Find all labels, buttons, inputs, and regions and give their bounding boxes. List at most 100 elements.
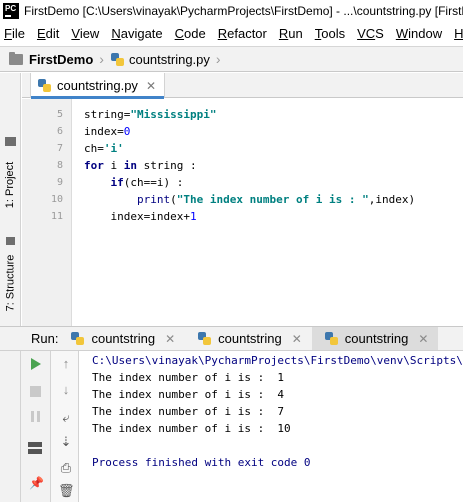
menu-mnemonic: E [36, 25, 46, 41]
menu-label: iew [79, 25, 100, 41]
menu-label: indow [408, 25, 443, 41]
play-icon[interactable] [29, 357, 43, 371]
run-tool-window: Run: countstring ✕ countstring ✕ countstring… [0, 326, 463, 502]
menu-mnemonic: H [454, 25, 463, 41]
trash-icon[interactable]: 🗑 [58, 484, 75, 498]
menu-label: S [375, 25, 384, 41]
chevron-right-icon: › [99, 51, 104, 67]
menu-mnemonic: F [4, 25, 12, 41]
soft-wrap-icon[interactable]: ⤶ [58, 411, 74, 425]
console-output-line: The index number of i is : 7 [92, 405, 285, 418]
console-output-line: The index number of i is : 4 [92, 388, 285, 401]
tool-tab-structure[interactable]: 7: Structure [2, 243, 19, 323]
tool-tab-project[interactable]: 1: Project [2, 155, 19, 215]
menu-mnemonic: R [278, 25, 289, 41]
project-folder-icon [5, 137, 16, 146]
console-output-line: The index number of i is : 1 [92, 371, 285, 384]
folder-icon [9, 51, 23, 65]
run-side-stripe [0, 351, 21, 502]
code-line[interactable]: if(ch==i) : [84, 176, 184, 189]
title-bar: PC FirstDemo [C:\Users\vinayak\PycharmPr… [0, 0, 463, 22]
menu-item[interactable]: Edit [31, 26, 65, 41]
line-number: 11 [50, 211, 63, 222]
menu-label: efactor [227, 25, 267, 41]
arrow-up-icon[interactable]: ↑ [58, 357, 74, 371]
menu-item[interactable]: Run [273, 26, 309, 41]
line-number: 5 [56, 109, 63, 120]
code-line[interactable]: index=index+1 [84, 210, 196, 223]
close-icon[interactable]: ✕ [292, 332, 302, 346]
run-tab-label: countstring [218, 331, 282, 346]
line-number: 9 [56, 177, 63, 188]
console-output[interactable]: C:\Users\vinayak\PycharmProjects\FirstDe… [80, 351, 463, 502]
run-title: Run: [31, 331, 59, 346]
code-line[interactable]: ch='i' [84, 142, 124, 155]
pycharm-logo-icon: PC [3, 3, 19, 19]
close-icon[interactable]: ✕ [146, 79, 156, 93]
code-line[interactable]: string="Mississippi" [84, 108, 216, 121]
menu-item[interactable]: VCS [351, 26, 390, 41]
run-tab[interactable]: countstring ✕ [311, 327, 439, 350]
menu-label: ools [321, 25, 346, 41]
menu-mnemonic: C [174, 25, 185, 41]
menu-label: avigate [120, 25, 163, 41]
python-file-icon [37, 78, 52, 93]
menu-item[interactable]: Refactor [212, 26, 273, 41]
menu-mnemonic: W [395, 25, 409, 41]
python-run-icon [70, 331, 85, 346]
pause-icon[interactable] [31, 411, 40, 422]
menu-mnemonic: R [217, 25, 228, 41]
tool-tab-structure-label: 7: Structure [4, 254, 17, 312]
print-icon[interactable]: ⎙ [58, 461, 74, 475]
line-number: 7 [56, 143, 63, 154]
structure-icon [6, 237, 15, 245]
run-tab[interactable]: countstring ✕ [185, 327, 312, 350]
menu-label: ile [11, 25, 25, 41]
arrow-down-icon[interactable]: ↓ [58, 383, 74, 397]
console-output-line: The index number of i is : 10 [92, 422, 291, 435]
run-tab[interactable]: countstring ✕ [58, 327, 185, 350]
code-line[interactable]: index=0 [84, 125, 130, 138]
menu-item[interactable]: Tools [309, 26, 351, 41]
tool-tab-project-label: 1: Project [4, 161, 17, 209]
menu-mnemonic: N [111, 25, 121, 41]
console-command-line: C:\Users\vinayak\PycharmProjects\FirstDe… [92, 354, 463, 367]
run-tab-label: countstring [344, 331, 409, 346]
navigation-bar: FirstDemo › countstring.py › [0, 46, 463, 72]
menu-label: dit [45, 25, 60, 41]
menu-item[interactable]: Navigate [105, 26, 168, 41]
menu-item[interactable]: File [0, 26, 31, 41]
breadcrumb-project[interactable]: FirstDemo [29, 52, 93, 67]
close-icon[interactable]: ✕ [165, 332, 175, 346]
line-number: 6 [56, 126, 63, 137]
line-number: 8 [56, 160, 63, 171]
window-title: FirstDemo [C:\Users\vinayak\PycharmProje… [24, 4, 463, 18]
console-exit-line: Process finished with exit code 0 [92, 456, 311, 469]
menu-item[interactable]: View [65, 26, 105, 41]
menu-item[interactable]: Code [169, 26, 212, 41]
menu-label: ode [184, 25, 206, 41]
menu-item[interactable]: Window [390, 26, 448, 41]
menu-bar: File Edit View Navigate Code Refactor Run Tools… [0, 22, 463, 44]
line-number-gutter: 5 6 7 8 9 10 11 [22, 99, 72, 326]
menu-mnemonic: VC [357, 25, 376, 41]
editor-tab-countstring[interactable]: countstring.py ✕ [30, 73, 165, 99]
code-editor[interactable]: 5 6 7 8 9 10 11 string="Mississippi" index=0 ch=… [22, 99, 463, 326]
python-run-icon [324, 331, 339, 346]
menu-mnemonic: V [71, 25, 80, 41]
layout-icon[interactable] [28, 442, 42, 454]
code-line[interactable]: for i in string : [84, 159, 197, 172]
editor-tab-bar: countstring.py ✕ [22, 73, 463, 99]
close-icon[interactable]: ✕ [418, 332, 428, 346]
stop-icon[interactable] [30, 386, 41, 397]
pin-icon[interactable]: 📌 [29, 477, 44, 489]
editor-tab-label: countstring.py [57, 78, 138, 93]
left-tool-stripe: 1: Project 7: Structure [0, 73, 21, 326]
menu-label: un [288, 25, 303, 41]
console-toolbar [51, 351, 79, 502]
scroll-to-end-icon[interactable]: ⇣ [58, 435, 74, 449]
menu-item[interactable]: Help [448, 26, 463, 41]
run-tab-label: countstring [91, 331, 156, 346]
code-line[interactable]: print("The index number of i is : ",inde… [84, 193, 415, 206]
breadcrumb-file[interactable]: countstring.py [129, 52, 210, 67]
